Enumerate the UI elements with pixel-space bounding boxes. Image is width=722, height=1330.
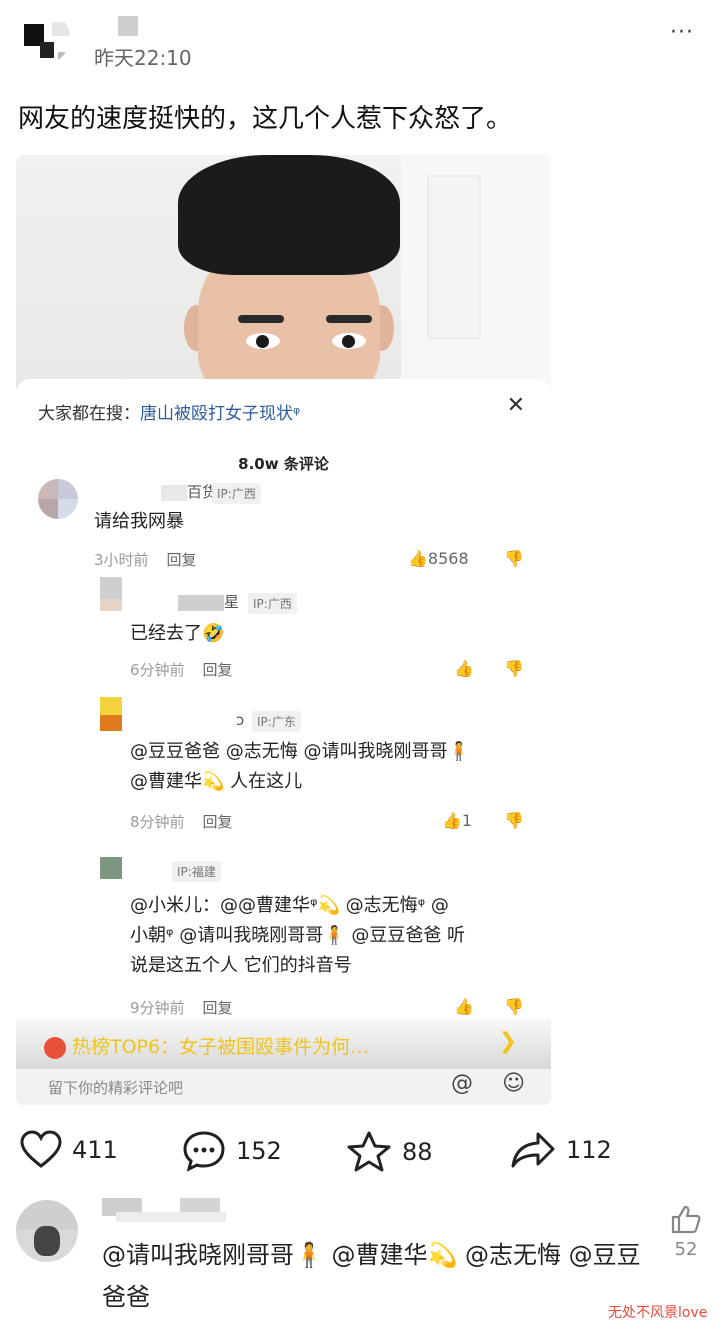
author-name-blurred[interactable]: [118, 16, 138, 36]
comment-text-line: 说是这五个人 它们的抖音号: [130, 955, 352, 976]
reply-button[interactable]: 回复: [167, 551, 197, 569]
star-icon: [347, 1131, 391, 1172]
like-button[interactable]: 👍1: [442, 811, 472, 830]
ip-location: IP:广西: [212, 483, 261, 504]
like-count: 8568: [427, 549, 469, 568]
thumbs-up-icon[interactable]: 👍: [454, 997, 474, 1016]
hot-list-banner[interactable]: 热榜TOP6：女子被围殴事件为何…: [44, 1032, 369, 1059]
thumbs-down-icon[interactable]: 👎: [504, 659, 524, 678]
comment-meta: 8分钟前 回复: [130, 811, 233, 832]
comment-time: 6分钟前: [130, 661, 185, 679]
emoji-icon[interactable]: ☺: [502, 1071, 525, 1096]
photo-man: [16, 155, 551, 405]
reply-button[interactable]: 回复: [203, 813, 233, 831]
ip-location: IP:广东: [252, 711, 301, 732]
thumbs-down-icon[interactable]: 👎: [504, 811, 524, 830]
comment-text: 请给我网暴: [94, 511, 184, 532]
favorite-count: 88: [402, 1138, 433, 1166]
comment-input[interactable]: 留下你的精彩评论吧 @ ☺: [16, 1069, 551, 1105]
like-count: 411: [72, 1136, 118, 1164]
comment-meta: 9分钟前 回复: [130, 997, 233, 1018]
thumbs-down-icon[interactable]: 👎: [504, 997, 524, 1016]
ip-location: IP:广西: [248, 593, 297, 614]
comment-text-line: @曹建华💫 人在这儿: [130, 771, 303, 792]
heart-icon: [20, 1130, 62, 1168]
commenter-avatar[interactable]: [16, 1200, 78, 1262]
comment-count: 152: [236, 1137, 282, 1165]
thumbs-up-icon[interactable]: 👍: [454, 659, 474, 678]
chevron-right-icon[interactable]: ❯: [499, 1029, 517, 1054]
commenter-name-blurred: [116, 1212, 226, 1222]
watermark-text: 无处不风景love: [608, 1305, 708, 1321]
comment-action[interactable]: 152: [182, 1130, 282, 1172]
like-count: 1: [461, 811, 473, 830]
comment-text: @豆豆爸爸 @志无悔 @请叫我晓刚哥哥🧍 @曹建华💫 人在这儿: [130, 737, 470, 797]
post-text: 网友的速度挺快的，这几个人惹下众怒了。: [18, 104, 513, 134]
comment-text-line: @小米儿：@@曹建华ᵠ💫 @志无悔ᵠ @: [130, 895, 449, 916]
comment-username[interactable]: 百货: [161, 481, 217, 502]
comment-text-line: @豆豆爸爸 @志无悔 @请叫我晓刚哥哥🧍: [130, 741, 470, 762]
comment-text: 已经去了🤣: [130, 623, 225, 644]
reply-button[interactable]: 回复: [203, 661, 233, 679]
hot-list-text: 热榜TOP6：女子被围殴事件为何…: [72, 1036, 370, 1058]
comment-time: 9分钟前: [130, 999, 185, 1017]
comment-meta: 3小时前 回复: [94, 549, 197, 570]
comment-input-placeholder: 留下你的精彩评论吧: [48, 1079, 184, 1097]
ip-location: IP:福建: [172, 861, 221, 882]
share-arrow-icon: [511, 1132, 555, 1168]
avatar[interactable]: [100, 577, 122, 611]
reply-button[interactable]: 回复: [203, 999, 233, 1017]
close-icon[interactable]: ✕: [507, 393, 525, 418]
comment-time: 8分钟前: [130, 813, 185, 831]
search-prefix: 大家都在搜：: [38, 404, 140, 424]
at-icon[interactable]: @: [451, 1071, 473, 1096]
search-link[interactable]: 唐山被殴打女子现状ᵠ: [140, 404, 300, 424]
comment-text: @小米儿：@@曹建华ᵠ💫 @志无悔ᵠ @ 小朝ᵠ @请叫我晓刚哥哥🧍 @豆豆爸爸…: [130, 891, 465, 981]
fire-icon: [44, 1036, 66, 1059]
post-time: 昨天22:10: [94, 46, 192, 70]
comment-like-button[interactable]: 52: [668, 1204, 704, 1260]
like-button[interactable]: 👍8568: [408, 549, 469, 568]
comment-time: 3小时前: [94, 551, 149, 569]
comment-username[interactable]: 星: [178, 591, 239, 612]
share-count: 112: [566, 1136, 612, 1164]
thumbs-up-icon: 👍: [442, 811, 462, 830]
author-avatar[interactable]: [18, 12, 70, 64]
comment-bubble-icon: [183, 1131, 225, 1172]
like-action[interactable]: 411: [20, 1130, 118, 1170]
avatar[interactable]: [38, 479, 78, 519]
avatar[interactable]: [100, 857, 122, 879]
search-suggestion[interactable]: 大家都在搜：唐山被殴打女子现状ᵠ: [38, 399, 300, 424]
comment-count: 8.0w 条评论: [238, 455, 329, 473]
comment-text: @请叫我晓刚哥哥🧍 @曹建华💫 @志无悔 @豆豆爸爸: [102, 1241, 641, 1311]
comment-text-line: 小朝ᵠ @请叫我晓刚哥哥🧍 @豆豆爸爸 听: [130, 925, 466, 946]
comment-username[interactable]: ↄ: [236, 711, 244, 729]
avatar[interactable]: [100, 697, 122, 731]
thumbs-up-icon: 👍: [408, 549, 428, 568]
favorite-action[interactable]: 88: [346, 1130, 433, 1174]
thumbs-down-icon[interactable]: 👎: [504, 549, 524, 568]
comment-panel: 大家都在搜：唐山被殴打女子现状ᵠ ✕ 8.0w 条评论 百货 IP:广西 请给我…: [16, 379, 551, 1105]
comment-like-count: 52: [674, 1239, 698, 1260]
post-image[interactable]: 大家都在搜：唐山被殴打女子现状ᵠ ✕ 8.0w 条评论 百货 IP:广西 请给我…: [16, 155, 551, 1105]
share-action[interactable]: 112: [510, 1130, 612, 1170]
comment-meta: 6分钟前 回复: [130, 659, 233, 680]
thumbs-up-icon: [671, 1205, 701, 1234]
more-options-icon[interactable]: ···: [670, 20, 694, 45]
